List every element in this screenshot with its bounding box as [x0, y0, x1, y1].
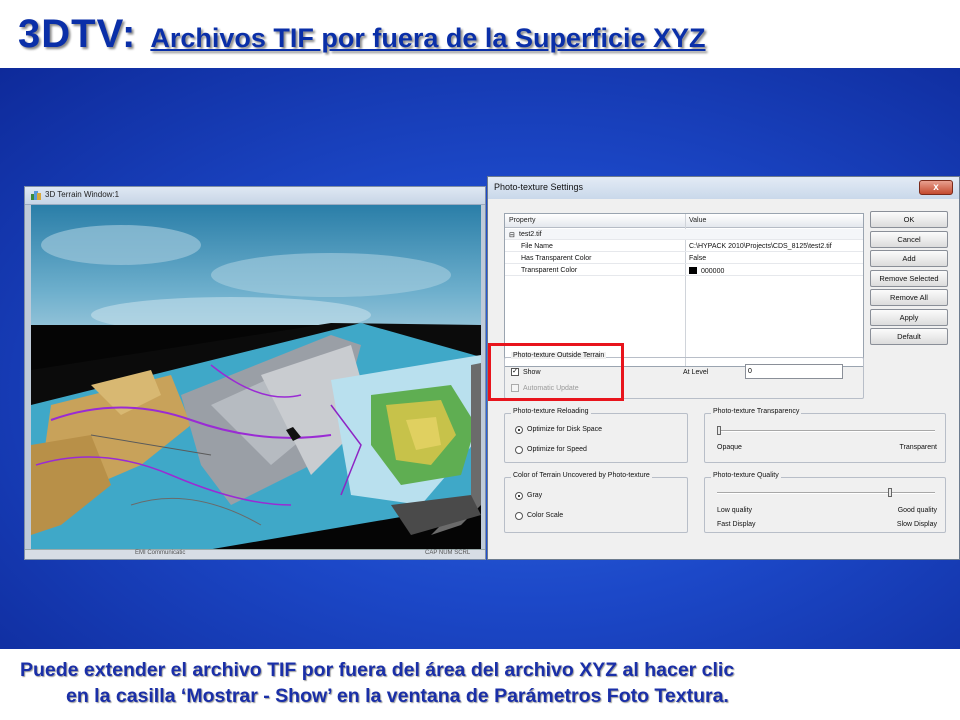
transparent-label: Transparent	[899, 444, 937, 451]
caption-text: Puede extender el archivo TIF por fuera …	[20, 657, 950, 709]
terrain-window-title: 3D Terrain Window:1	[45, 190, 120, 199]
grid-group-label: test2.tif	[519, 231, 542, 238]
transparency-slider[interactable]	[717, 430, 935, 432]
grid-group-row[interactable]: ⊟ test2.tif	[505, 229, 863, 240]
slide-title-main: 3DTV:	[18, 12, 137, 56]
remove-all-button[interactable]: Remove All	[870, 289, 948, 306]
column-header-value[interactable]: Value	[689, 217, 706, 224]
at-level-label: At Level	[683, 369, 709, 376]
caption-line-1: Puede extender el archivo TIF por fuera …	[20, 659, 735, 681]
fast-display-label: Fast Display	[717, 521, 756, 528]
gray-label[interactable]: Gray	[527, 492, 542, 499]
table-row[interactable]: Has Transparent Color False	[505, 253, 863, 264]
slide-title: 3DTV: Archivos TIF por fuera de la Superf…	[18, 12, 706, 57]
remove-selected-button[interactable]: Remove Selected	[870, 270, 948, 287]
low-quality-label: Low quality	[717, 507, 753, 514]
highlight-box	[488, 343, 624, 401]
add-button[interactable]: Add	[870, 250, 948, 267]
terrain-window-titlebar[interactable]: 3D Terrain Window:1	[25, 187, 485, 205]
quality-label: Photo-texture Quality	[711, 472, 781, 479]
column-header-property[interactable]: Property	[509, 217, 535, 224]
property-value: C:\HYPACK 2010\Projects\CDS_8125\test2.t…	[689, 243, 832, 250]
table-row[interactable]: Transparent Color 000000	[505, 265, 863, 276]
default-button[interactable]: Default	[870, 328, 948, 345]
property-value-color: 000000	[689, 267, 724, 275]
transparency-group: Photo-texture Transparency Opaque Transp…	[704, 408, 946, 463]
transparency-slider-thumb[interactable]	[717, 426, 721, 435]
optimize-disk-radio[interactable]	[515, 426, 523, 434]
terrain-render	[31, 205, 481, 551]
color-value: 000000	[701, 268, 725, 275]
cancel-button[interactable]: Cancel	[870, 231, 948, 248]
apply-button[interactable]: Apply	[870, 309, 948, 326]
at-level-input[interactable]	[745, 364, 843, 379]
property-name: Transparent Color	[521, 267, 578, 274]
terrain-3d-view[interactable]	[31, 205, 481, 551]
dialog-titlebar[interactable]: Photo-texture Settings x	[488, 177, 959, 199]
reloading-group: Photo-texture Reloading Optimize for Dis…	[504, 408, 688, 463]
close-button[interactable]: x	[919, 180, 953, 195]
gray-radio[interactable]	[515, 492, 523, 500]
transparency-label: Photo-texture Transparency	[711, 408, 802, 415]
terrain-window: 3D Terrain Window:1 EMI Communicatic CAP…	[24, 186, 486, 560]
title-band: 3DTV: Archivos TIF por fuera de la Superf…	[0, 0, 960, 68]
property-value: False	[689, 255, 707, 262]
color-scale-radio[interactable]	[515, 512, 523, 520]
color-scale-label[interactable]: Color Scale	[527, 512, 563, 519]
reloading-label: Photo-texture Reloading	[511, 408, 591, 415]
quality-slider-thumb[interactable]	[888, 488, 893, 497]
terrain-status-right: CAP NUM SCRL	[425, 550, 471, 556]
caption-line-2: en la casilla ‘Mostrar - Show’ en la ven…	[66, 685, 729, 707]
table-row[interactable]: File Name C:\HYPACK 2010\Projects\CDS_81…	[505, 241, 863, 252]
optimize-speed-radio[interactable]	[515, 446, 523, 454]
slide-title-sub: Archivos TIF por fuera de la Superficie …	[150, 23, 706, 53]
ok-button[interactable]: OK	[870, 211, 948, 228]
close-icon: x	[933, 182, 939, 193]
quality-slider[interactable]	[717, 492, 935, 494]
terrain-status-bar: EMI Communicatic CAP NUM SCRL	[25, 549, 485, 559]
opaque-label: Opaque	[717, 444, 742, 451]
terrain-window-icon	[31, 191, 41, 200]
property-grid-header: Property Value	[505, 214, 863, 228]
optimize-speed-label[interactable]: Optimize for Speed	[527, 446, 587, 453]
collapse-icon[interactable]: ⊟	[509, 231, 515, 239]
quality-group: Photo-texture Quality Low quality Good q…	[704, 472, 946, 533]
good-quality-label: Good quality	[897, 507, 937, 514]
dialog-title: Photo-texture Settings	[494, 182, 584, 192]
property-name: Has Transparent Color	[521, 255, 592, 262]
uncovered-color-group: Color of Terrain Uncovered by Photo-text…	[504, 472, 688, 533]
optimize-disk-label[interactable]: Optimize for Disk Space	[527, 426, 602, 433]
property-name: File Name	[521, 243, 553, 250]
uncovered-color-label: Color of Terrain Uncovered by Photo-text…	[511, 472, 652, 479]
caption-band: Puede extender el archivo TIF por fuera …	[0, 649, 960, 720]
slow-display-label: Slow Display	[896, 521, 937, 528]
terrain-status-left: EMI Communicatic	[135, 550, 186, 556]
color-swatch	[689, 267, 697, 274]
